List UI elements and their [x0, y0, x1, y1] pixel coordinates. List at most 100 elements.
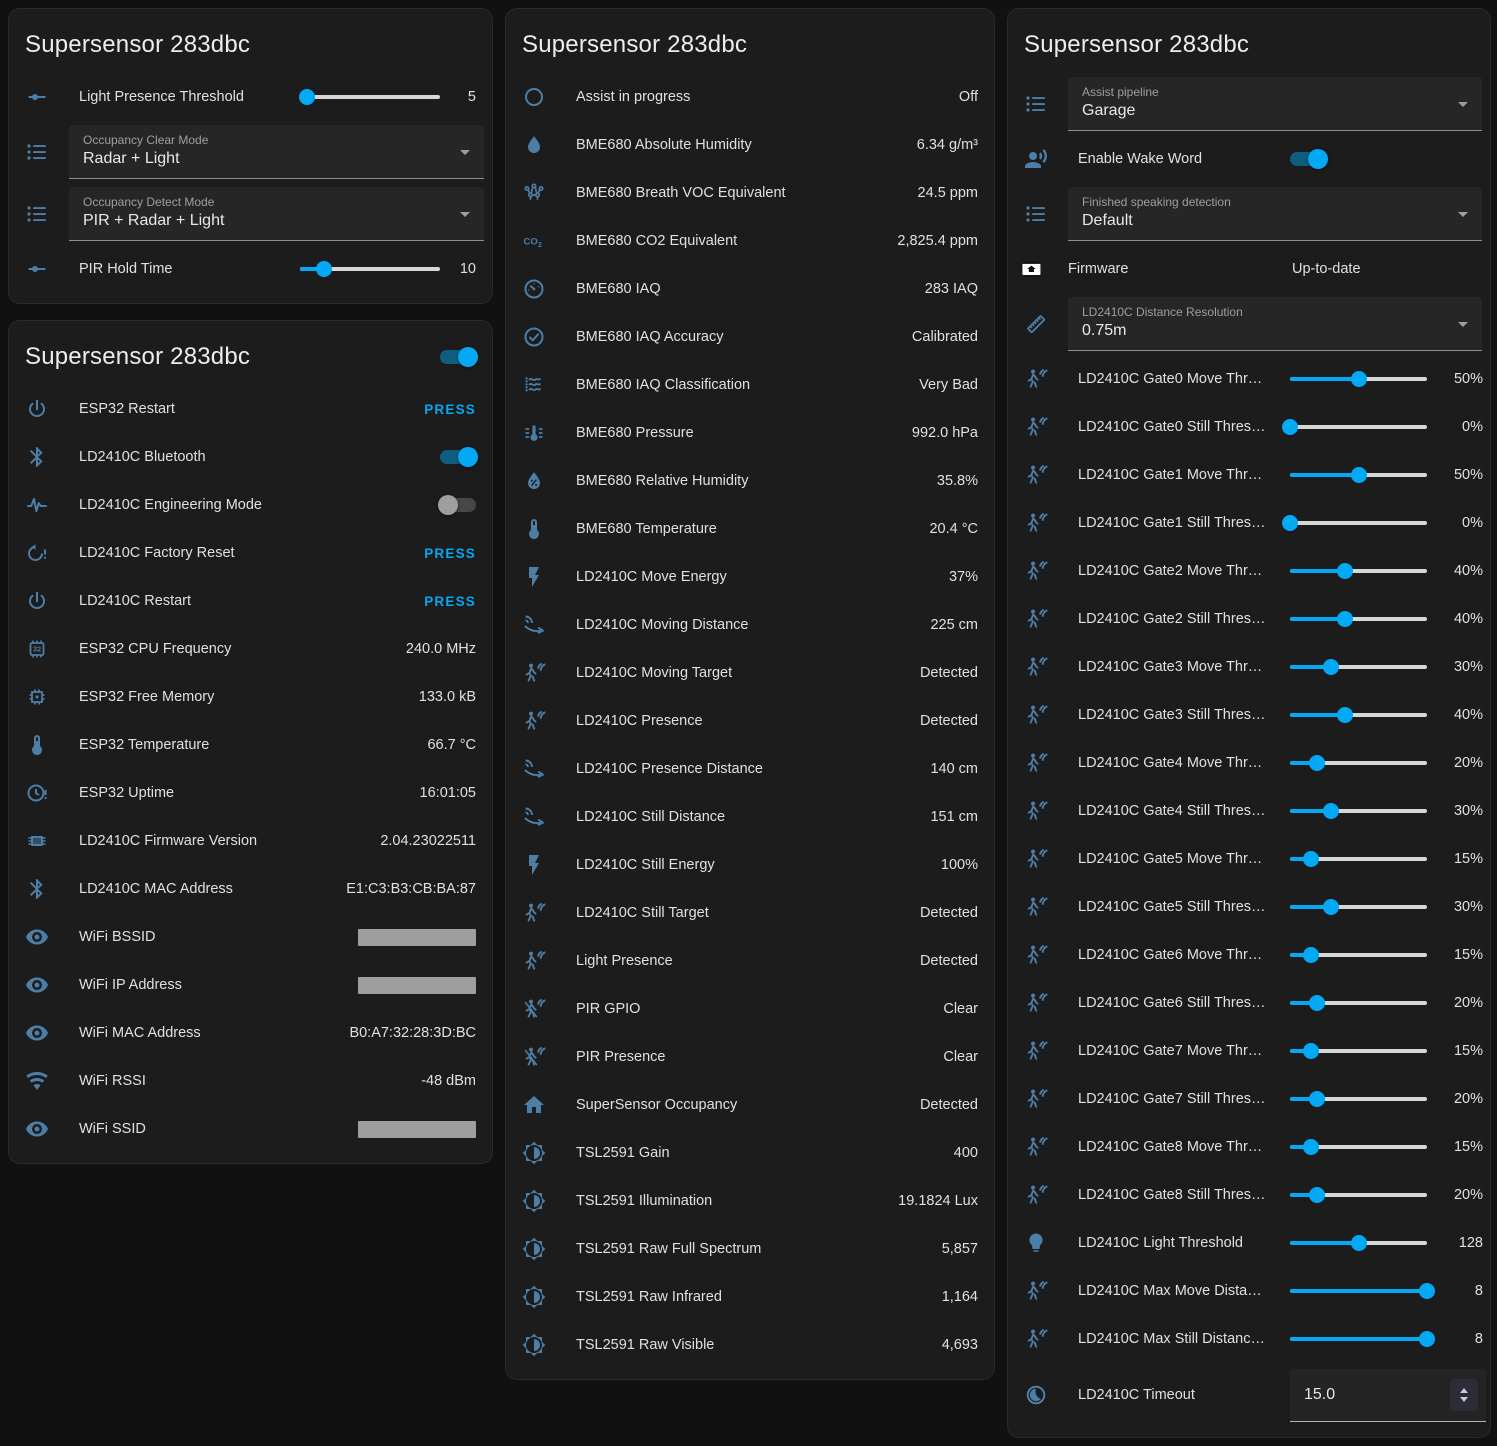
- entity-label: Light Presence: [576, 953, 908, 969]
- toggle-switch[interactable]: [440, 498, 476, 512]
- number-value[interactable]: 15.0: [1304, 1386, 1450, 1404]
- slider-knob[interactable]: [1337, 611, 1353, 627]
- slider-knob[interactable]: [1323, 803, 1339, 819]
- motion-sensor-icon: [1024, 1183, 1048, 1207]
- stepper-up-icon[interactable]: [1460, 1388, 1468, 1393]
- slider[interactable]: [1290, 515, 1427, 531]
- slider-knob[interactable]: [316, 261, 332, 277]
- gauge-icon: [522, 277, 546, 301]
- entity-row: LD2410C Gate5 Move Thr…15%: [1008, 835, 1490, 883]
- entity-label: LD2410C Bluetooth: [79, 449, 440, 465]
- select-field[interactable]: Occupancy Clear ModeRadar + Light: [69, 125, 484, 179]
- slider-knob[interactable]: [1303, 851, 1319, 867]
- slider-knob[interactable]: [1303, 947, 1319, 963]
- slider[interactable]: [1290, 1331, 1427, 1347]
- slider-value: 30%: [1439, 803, 1483, 819]
- entity-label: LD2410C Still Distance: [576, 809, 918, 825]
- slider-knob[interactable]: [1309, 1091, 1325, 1107]
- slider-knob[interactable]: [1309, 755, 1325, 771]
- slider[interactable]: [1290, 1139, 1427, 1155]
- slider-knob[interactable]: [1351, 467, 1367, 483]
- press-button[interactable]: PRESS: [424, 402, 476, 417]
- slider-knob[interactable]: [1337, 563, 1353, 579]
- slider[interactable]: [1290, 563, 1427, 579]
- slider-icon: [25, 257, 49, 281]
- entity-label: SuperSensor Occupancy: [576, 1097, 908, 1113]
- slider[interactable]: [300, 89, 440, 105]
- slider[interactable]: [1290, 1187, 1427, 1203]
- slider-knob[interactable]: [1337, 707, 1353, 723]
- toggle-knob[interactable]: [438, 495, 458, 515]
- slider[interactable]: [1290, 803, 1427, 819]
- press-button[interactable]: PRESS: [424, 546, 476, 561]
- slider[interactable]: [1290, 899, 1427, 915]
- slider-knob[interactable]: [1351, 371, 1367, 387]
- select-field[interactable]: Assist pipelineGarage: [1068, 77, 1482, 131]
- slider[interactable]: [1290, 611, 1427, 627]
- slider[interactable]: [1290, 371, 1427, 387]
- entity-row: LD2410C Gate0 Move Thr…50%: [1008, 355, 1490, 403]
- slider-track[interactable]: [1290, 521, 1427, 525]
- slider-value: 0%: [1439, 419, 1483, 435]
- number-input[interactable]: 15.0: [1290, 1369, 1486, 1422]
- brightness-icon: [522, 1333, 546, 1357]
- redacted-value: [358, 1121, 476, 1138]
- entity-label: TSL2591 Gain: [576, 1145, 942, 1161]
- select-field[interactable]: Occupancy Detect ModePIR + Radar + Light: [69, 187, 484, 241]
- co2-icon: CO2: [522, 229, 546, 253]
- toggle-knob[interactable]: [458, 347, 478, 367]
- slider[interactable]: [1290, 1235, 1427, 1251]
- motion-sensor-off-icon: [522, 997, 546, 1021]
- slider-knob[interactable]: [1351, 1235, 1367, 1251]
- entity-label: LD2410C Gate5 Move Thr…: [1078, 851, 1290, 867]
- slider[interactable]: [1290, 419, 1427, 435]
- slider-knob[interactable]: [1282, 515, 1298, 531]
- slider-knob[interactable]: [1303, 1043, 1319, 1059]
- slider[interactable]: [1290, 659, 1427, 675]
- press-button[interactable]: PRESS: [424, 594, 476, 609]
- slider[interactable]: [1290, 851, 1427, 867]
- slider-knob[interactable]: [1282, 419, 1298, 435]
- entity-row: Light Presence Threshold5: [9, 73, 492, 121]
- stepper[interactable]: [1450, 1379, 1478, 1411]
- slider-track[interactable]: [300, 95, 440, 99]
- slider-knob[interactable]: [1419, 1283, 1435, 1299]
- card-title: Supersensor 283dbc: [25, 343, 250, 371]
- slider[interactable]: [1290, 1091, 1427, 1107]
- toggle-switch[interactable]: [1290, 152, 1326, 166]
- slider[interactable]: [1290, 755, 1427, 771]
- select-field[interactable]: LD2410C Distance Resolution0.75m: [1068, 297, 1482, 351]
- slider[interactable]: [1290, 1043, 1427, 1059]
- slider-knob[interactable]: [299, 89, 315, 105]
- slider[interactable]: [1290, 707, 1427, 723]
- entity-row: PIR GPIOClear: [506, 985, 994, 1033]
- slider[interactable]: [300, 261, 440, 277]
- slider[interactable]: [1290, 995, 1427, 1011]
- slider-knob[interactable]: [1303, 1139, 1319, 1155]
- entity-row: LD2410C Gate0 Still Thres…0%: [1008, 403, 1490, 451]
- entity-label: LD2410C Factory Reset: [79, 545, 412, 561]
- stepper-down-icon[interactable]: [1460, 1397, 1468, 1402]
- slider[interactable]: [1290, 947, 1427, 963]
- toggle-switch[interactable]: [440, 450, 476, 464]
- entity-row: ESP32 Uptime16:01:05: [9, 769, 492, 817]
- slider-knob[interactable]: [1309, 995, 1325, 1011]
- slider[interactable]: [1290, 1283, 1427, 1299]
- select-field[interactable]: Finished speaking detectionDefault: [1068, 187, 1482, 241]
- entity-value: Up-to-date: [1292, 261, 1361, 277]
- slider-knob[interactable]: [1309, 1187, 1325, 1203]
- slider-track[interactable]: [1290, 425, 1427, 429]
- entity-label: WiFi IP Address: [79, 977, 346, 993]
- thermometer-icon: [25, 733, 49, 757]
- card-header-toggle[interactable]: [440, 350, 476, 364]
- toggle-knob[interactable]: [458, 447, 478, 467]
- ruler-icon: [1024, 312, 1048, 336]
- toggle-knob[interactable]: [1308, 149, 1328, 169]
- entity-label: PIR GPIO: [576, 1001, 931, 1017]
- entity-value: Off: [959, 89, 978, 105]
- entity-value: Detected: [920, 665, 978, 681]
- slider-knob[interactable]: [1323, 899, 1339, 915]
- slider-knob[interactable]: [1419, 1331, 1435, 1347]
- slider-knob[interactable]: [1323, 659, 1339, 675]
- slider[interactable]: [1290, 467, 1427, 483]
